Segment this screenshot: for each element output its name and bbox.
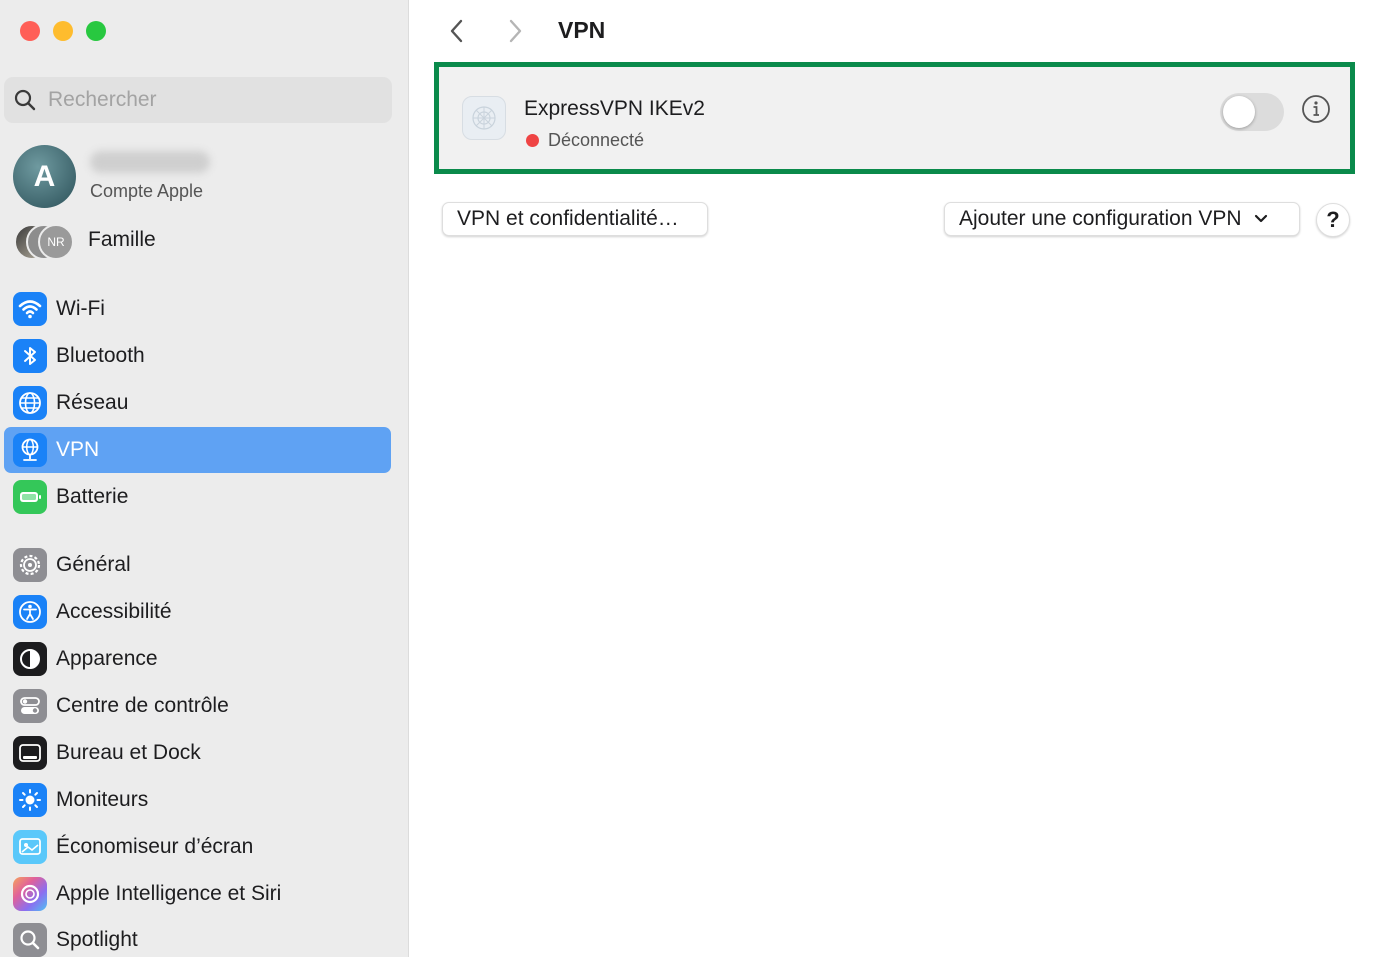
vpn-toggle[interactable]	[1220, 93, 1284, 131]
sun-icon	[13, 783, 47, 817]
sidebar-item-control-center[interactable]: Centre de contrôle	[4, 683, 391, 729]
forward-button[interactable]	[498, 14, 532, 48]
sidebar-item-label: Wi-Fi	[56, 297, 105, 320]
info-icon	[1302, 95, 1330, 123]
search-field[interactable]	[4, 77, 392, 123]
sidebar-item-label: Batterie	[56, 485, 129, 508]
vpn-privacy-button[interactable]: VPN et confidentialité…	[442, 202, 708, 236]
help-button[interactable]: ?	[1316, 203, 1350, 237]
info-button[interactable]	[1300, 93, 1332, 125]
globe-icon	[13, 386, 47, 420]
main-content: VPN ExpressVPN IKEv2 Déconnecté VPN et c…	[410, 0, 1373, 957]
sidebar-item-accessibility[interactable]: Accessibilité	[4, 589, 391, 635]
vpn-globe-icon	[13, 433, 47, 467]
gear-icon	[13, 548, 47, 582]
screensaver-icon	[13, 830, 47, 864]
siri-icon	[13, 877, 47, 911]
page-title: VPN	[558, 17, 606, 43]
chevron-down-icon	[1254, 214, 1267, 223]
window-controls	[20, 21, 106, 41]
sidebar-item-label: Apparence	[56, 647, 158, 670]
sidebar-item-label: Bluetooth	[56, 344, 145, 367]
back-button[interactable]	[440, 14, 474, 48]
add-vpn-config-button[interactable]: Ajouter une configuration VPN	[944, 202, 1300, 236]
sidebar-item-label: Moniteurs	[56, 788, 149, 811]
add-vpn-config-label: Ajouter une configuration VPN	[959, 207, 1242, 230]
wifi-icon	[13, 292, 47, 326]
search-input[interactable]	[46, 87, 370, 113]
chevron-right-icon	[509, 19, 522, 43]
dock-icon	[13, 736, 47, 770]
control-center-icon	[13, 689, 47, 723]
family-item[interactable]: NR Famille	[14, 223, 156, 260]
sidebar-item-spotlight[interactable]: Spotlight	[4, 917, 391, 963]
zoom-window-button[interactable]	[86, 21, 106, 41]
appearance-icon	[13, 642, 47, 676]
close-window-button[interactable]	[20, 21, 40, 41]
apple-account[interactable]: A Compte Apple	[13, 145, 210, 208]
toolbar: VPN	[410, 0, 1373, 62]
account-name-redacted	[90, 151, 210, 173]
sidebar-item-label: Réseau	[56, 391, 129, 414]
sidebar-item-desktop-dock[interactable]: Bureau et Dock	[4, 730, 391, 776]
vpn-app-icon	[462, 96, 506, 140]
sidebar-item-bluetooth[interactable]: Bluetooth	[4, 333, 391, 379]
sidebar: A Compte Apple NR Famille Wi-Fi Bluetoot…	[0, 0, 409, 957]
avatar: A	[13, 145, 76, 208]
sidebar-item-vpn[interactable]: VPN	[4, 427, 391, 473]
toggle-knob	[1223, 96, 1255, 128]
sidebar-item-label: Apple Intelligence et Siri	[56, 882, 282, 905]
vpn-status-label: Déconnecté	[548, 130, 645, 150]
search-icon	[14, 89, 36, 111]
sidebar-item-apple-intelligence-siri[interactable]: Apple Intelligence et Siri	[4, 871, 391, 917]
vpn-connection-row: ExpressVPN IKEv2 Déconnecté	[434, 62, 1355, 174]
sidebar-item-label: Économiseur d’écran	[56, 835, 254, 858]
sidebar-item-general[interactable]: Général	[4, 542, 391, 588]
sidebar-item-label: VPN	[56, 438, 100, 461]
vpn-status: Déconnecté	[526, 130, 644, 151]
spotlight-icon	[13, 923, 47, 957]
sidebar-item-displays[interactable]: Moniteurs	[4, 777, 391, 823]
bluetooth-icon	[13, 339, 47, 373]
vpn-privacy-button-label: VPN et confidentialité…	[457, 207, 679, 230]
sidebar-item-label: Centre de contrôle	[56, 694, 229, 717]
sidebar-item-wifi[interactable]: Wi-Fi	[4, 286, 391, 332]
minimize-window-button[interactable]	[53, 21, 73, 41]
sidebar-item-label: Spotlight	[56, 928, 138, 951]
family-avatar-initials: NR	[38, 224, 74, 260]
sidebar-item-label: Accessibilité	[56, 600, 172, 623]
accessibility-icon	[13, 595, 47, 629]
vpn-name: ExpressVPN IKEv2	[524, 97, 705, 120]
sidebar-item-label: Bureau et Dock	[56, 741, 201, 764]
sidebar-item-network[interactable]: Réseau	[4, 380, 391, 426]
sidebar-item-battery[interactable]: Batterie	[4, 474, 391, 520]
sidebar-item-appearance[interactable]: Apparence	[4, 636, 391, 682]
family-avatars: NR	[14, 223, 74, 260]
account-subtitle: Compte Apple	[90, 181, 204, 201]
family-label: Famille	[88, 228, 156, 251]
status-dot-icon	[526, 134, 539, 147]
sidebar-item-label: Général	[56, 553, 131, 576]
sidebar-item-screensaver[interactable]: Économiseur d’écran	[4, 824, 391, 870]
battery-icon	[13, 480, 47, 514]
chevron-left-icon	[450, 19, 463, 43]
